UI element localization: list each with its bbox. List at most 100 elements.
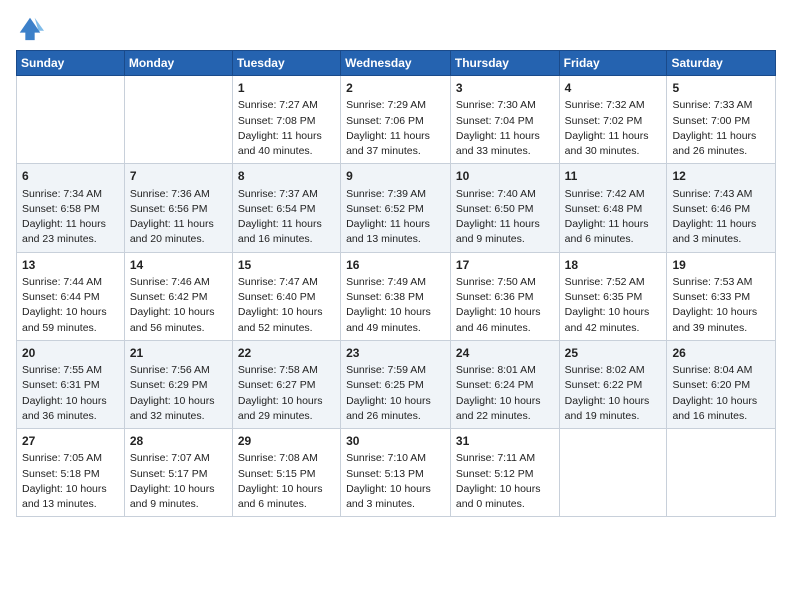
day-number: 27 — [22, 433, 119, 450]
day-info: Sunrise: 7:08 AM Sunset: 5:15 PM Dayligh… — [238, 451, 335, 512]
calendar-cell: 3Sunrise: 7:30 AM Sunset: 7:04 PM Daylig… — [450, 76, 559, 164]
calendar-cell: 11 Sunrise: 7:42 AM Sunset: 6:48 PM Dayli… — [559, 164, 667, 252]
day-number: 29 — [238, 433, 335, 450]
calendar-cell: 4Sunrise: 7:32 AM Sunset: 7:02 PM Daylig… — [559, 76, 667, 164]
day-number: 3 — [456, 80, 554, 97]
day-number: 18 — [565, 257, 662, 274]
day-info: Sunrise: 7:49 AM Sunset: 6:38 PM Dayligh… — [346, 275, 445, 336]
col-header-thursday: Thursday — [450, 51, 559, 76]
day-number: 11 — [565, 168, 662, 185]
day-number: 16 — [346, 257, 445, 274]
header — [16, 10, 776, 42]
logo — [16, 14, 46, 42]
page: SundayMondayTuesdayWednesdayThursdayFrid… — [0, 0, 792, 612]
day-info: Sunrise: 7:36 AM Sunset: 6:56 PM Dayligh… — [130, 187, 227, 248]
calendar-table: SundayMondayTuesdayWednesdayThursdayFrid… — [16, 50, 776, 517]
calendar-cell: 12 Sunrise: 7:43 AM Sunset: 6:46 PM Dayli… — [667, 164, 776, 252]
day-number: 20 — [22, 345, 119, 362]
day-number: 30 — [346, 433, 445, 450]
day-number: 4 — [565, 80, 662, 97]
calendar-cell: 26Sunrise: 8:04 AM Sunset: 6:20 PM Dayli… — [667, 340, 776, 428]
day-info: Sunrise: 7:56 AM Sunset: 6:29 PM Dayligh… — [130, 363, 227, 424]
day-number: 26 — [672, 345, 770, 362]
calendar-cell: 30Sunrise: 7:10 AM Sunset: 5:13 PM Dayli… — [341, 429, 451, 517]
day-info: Sunrise: 7:05 AM Sunset: 5:18 PM Dayligh… — [22, 451, 119, 512]
day-number: 10 — [456, 168, 554, 185]
day-number: 7 — [130, 168, 227, 185]
calendar-cell: 6 Sunrise: 7:34 AM Sunset: 6:58 PM Daylig… — [17, 164, 125, 252]
day-info: Sunrise: 7:53 AM Sunset: 6:33 PM Dayligh… — [672, 275, 770, 336]
day-info: Sunrise: 7:40 AM Sunset: 6:50 PM Dayligh… — [456, 187, 554, 248]
calendar-cell: 2Sunrise: 7:29 AM Sunset: 7:06 PM Daylig… — [341, 76, 451, 164]
calendar-cell: 23Sunrise: 7:59 AM Sunset: 6:25 PM Dayli… — [341, 340, 451, 428]
day-info: Sunrise: 8:01 AM Sunset: 6:24 PM Dayligh… — [456, 363, 554, 424]
calendar-cell: 29Sunrise: 7:08 AM Sunset: 5:15 PM Dayli… — [232, 429, 340, 517]
day-info: Sunrise: 8:02 AM Sunset: 6:22 PM Dayligh… — [565, 363, 662, 424]
day-number: 6 — [22, 168, 119, 185]
day-info: Sunrise: 7:34 AM Sunset: 6:58 PM Dayligh… — [22, 187, 119, 248]
calendar-cell: 28Sunrise: 7:07 AM Sunset: 5:17 PM Dayli… — [124, 429, 232, 517]
calendar-cell: 13Sunrise: 7:44 AM Sunset: 6:44 PM Dayli… — [17, 252, 125, 340]
col-header-wednesday: Wednesday — [341, 51, 451, 76]
day-info: Sunrise: 7:46 AM Sunset: 6:42 PM Dayligh… — [130, 275, 227, 336]
calendar-cell: 20Sunrise: 7:55 AM Sunset: 6:31 PM Dayli… — [17, 340, 125, 428]
calendar-cell: 31Sunrise: 7:11 AM Sunset: 5:12 PM Dayli… — [450, 429, 559, 517]
day-info: Sunrise: 7:07 AM Sunset: 5:17 PM Dayligh… — [130, 451, 227, 512]
calendar-cell — [559, 429, 667, 517]
calendar-cell: 21Sunrise: 7:56 AM Sunset: 6:29 PM Dayli… — [124, 340, 232, 428]
day-number: 25 — [565, 345, 662, 362]
day-info: Sunrise: 7:33 AM Sunset: 7:00 PM Dayligh… — [672, 98, 770, 159]
col-header-tuesday: Tuesday — [232, 51, 340, 76]
day-number: 13 — [22, 257, 119, 274]
calendar-cell: 15Sunrise: 7:47 AM Sunset: 6:40 PM Dayli… — [232, 252, 340, 340]
day-number: 22 — [238, 345, 335, 362]
col-header-saturday: Saturday — [667, 51, 776, 76]
calendar-cell: 10 Sunrise: 7:40 AM Sunset: 6:50 PM Dayli… — [450, 164, 559, 252]
calendar-cell: 24Sunrise: 8:01 AM Sunset: 6:24 PM Dayli… — [450, 340, 559, 428]
day-number: 9 — [346, 168, 445, 185]
logo-icon — [16, 14, 44, 42]
calendar-cell: 22Sunrise: 7:58 AM Sunset: 6:27 PM Dayli… — [232, 340, 340, 428]
day-number: 2 — [346, 80, 445, 97]
calendar-cell: 19Sunrise: 7:53 AM Sunset: 6:33 PM Dayli… — [667, 252, 776, 340]
day-number: 31 — [456, 433, 554, 450]
calendar-cell: 17Sunrise: 7:50 AM Sunset: 6:36 PM Dayli… — [450, 252, 559, 340]
day-info: Sunrise: 7:52 AM Sunset: 6:35 PM Dayligh… — [565, 275, 662, 336]
calendar-cell: 7 Sunrise: 7:36 AM Sunset: 6:56 PM Daylig… — [124, 164, 232, 252]
calendar-cell — [124, 76, 232, 164]
day-number: 24 — [456, 345, 554, 362]
day-number: 5 — [672, 80, 770, 97]
col-header-monday: Monday — [124, 51, 232, 76]
calendar-cell: 18Sunrise: 7:52 AM Sunset: 6:35 PM Dayli… — [559, 252, 667, 340]
day-info: Sunrise: 7:11 AM Sunset: 5:12 PM Dayligh… — [456, 451, 554, 512]
calendar-cell: 1Sunrise: 7:27 AM Sunset: 7:08 PM Daylig… — [232, 76, 340, 164]
day-number: 21 — [130, 345, 227, 362]
day-info: Sunrise: 7:44 AM Sunset: 6:44 PM Dayligh… — [22, 275, 119, 336]
day-number: 1 — [238, 80, 335, 97]
day-info: Sunrise: 7:59 AM Sunset: 6:25 PM Dayligh… — [346, 363, 445, 424]
day-info: Sunrise: 7:39 AM Sunset: 6:52 PM Dayligh… — [346, 187, 445, 248]
day-number: 23 — [346, 345, 445, 362]
day-number: 8 — [238, 168, 335, 185]
day-info: Sunrise: 7:29 AM Sunset: 7:06 PM Dayligh… — [346, 98, 445, 159]
day-info: Sunrise: 7:43 AM Sunset: 6:46 PM Dayligh… — [672, 187, 770, 248]
calendar-cell: 5Sunrise: 7:33 AM Sunset: 7:00 PM Daylig… — [667, 76, 776, 164]
day-info: Sunrise: 7:58 AM Sunset: 6:27 PM Dayligh… — [238, 363, 335, 424]
calendar-cell: 9 Sunrise: 7:39 AM Sunset: 6:52 PM Daylig… — [341, 164, 451, 252]
day-info: Sunrise: 7:47 AM Sunset: 6:40 PM Dayligh… — [238, 275, 335, 336]
day-info: Sunrise: 7:37 AM Sunset: 6:54 PM Dayligh… — [238, 187, 335, 248]
day-info: Sunrise: 7:27 AM Sunset: 7:08 PM Dayligh… — [238, 98, 335, 159]
calendar-cell: 25Sunrise: 8:02 AM Sunset: 6:22 PM Dayli… — [559, 340, 667, 428]
day-number: 17 — [456, 257, 554, 274]
day-info: Sunrise: 7:50 AM Sunset: 6:36 PM Dayligh… — [456, 275, 554, 336]
calendar-cell — [17, 76, 125, 164]
calendar-cell — [667, 429, 776, 517]
day-info: Sunrise: 8:04 AM Sunset: 6:20 PM Dayligh… — [672, 363, 770, 424]
day-number: 14 — [130, 257, 227, 274]
day-info: Sunrise: 7:42 AM Sunset: 6:48 PM Dayligh… — [565, 187, 662, 248]
day-number: 28 — [130, 433, 227, 450]
calendar-cell: 8 Sunrise: 7:37 AM Sunset: 6:54 PM Daylig… — [232, 164, 340, 252]
day-number: 12 — [672, 168, 770, 185]
col-header-friday: Friday — [559, 51, 667, 76]
day-number: 19 — [672, 257, 770, 274]
